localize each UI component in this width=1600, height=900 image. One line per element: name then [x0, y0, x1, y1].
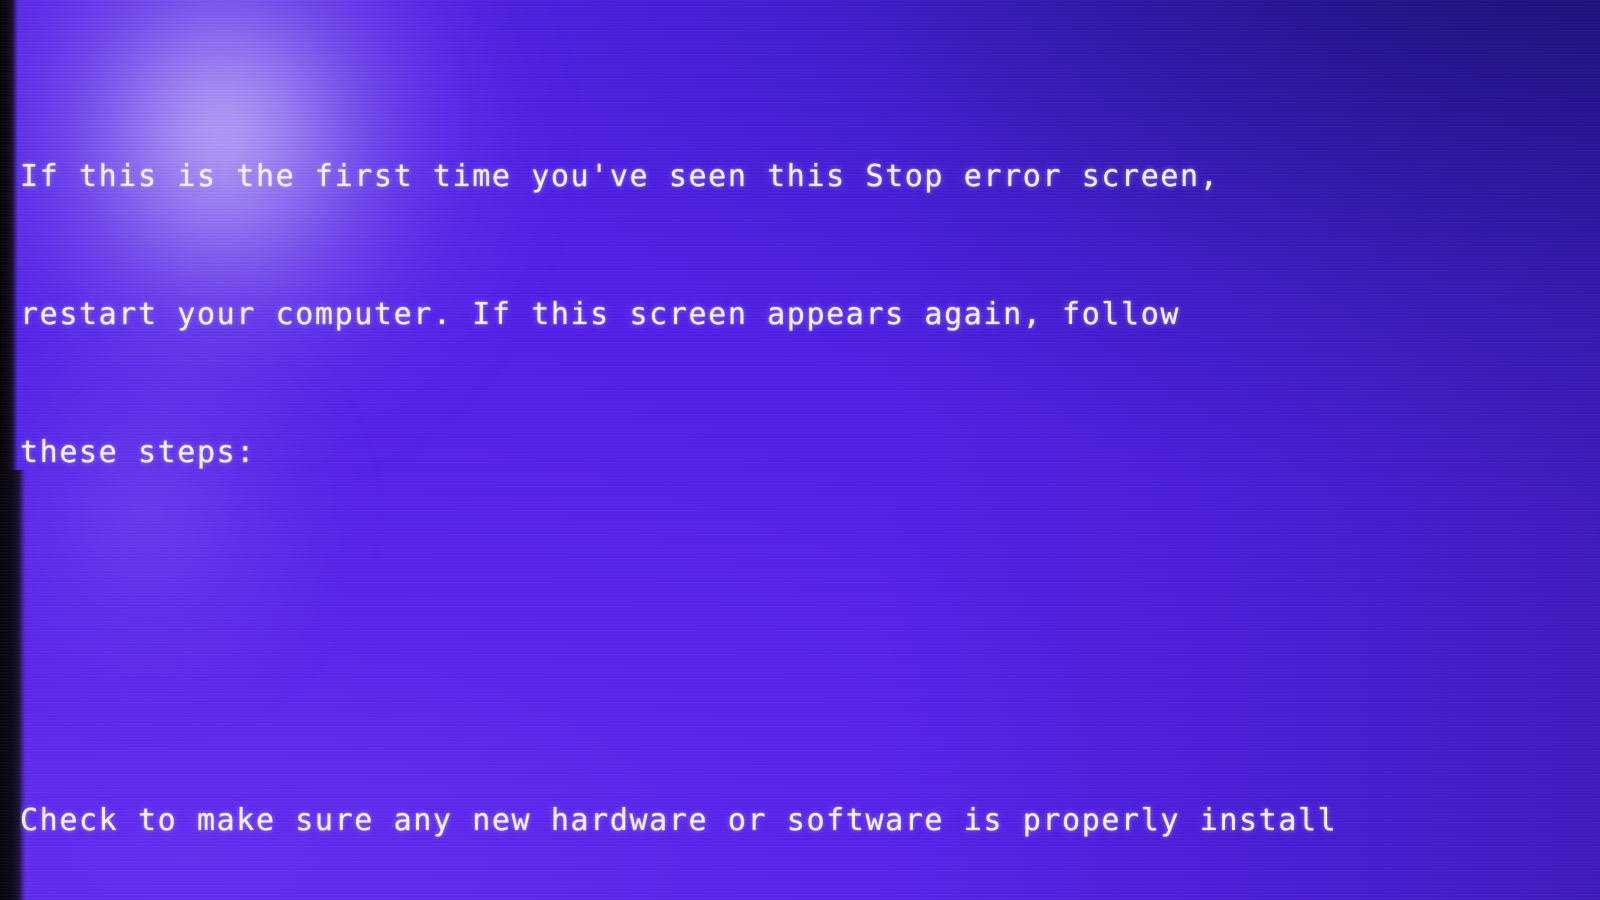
bsod-screen: If this is the first time you've seen th…	[0, 0, 1600, 900]
intro-line-1: If this is the first time you've seen th…	[20, 159, 1220, 194]
check-hardware-line-1: Check to make sure any new hardware or s…	[20, 803, 1338, 838]
stop-error-text-block: If this is the first time you've seen th…	[20, 16, 1600, 900]
intro-line-3: these steps:	[20, 435, 256, 470]
intro-line-2: restart your computer. If this screen ap…	[20, 297, 1181, 332]
